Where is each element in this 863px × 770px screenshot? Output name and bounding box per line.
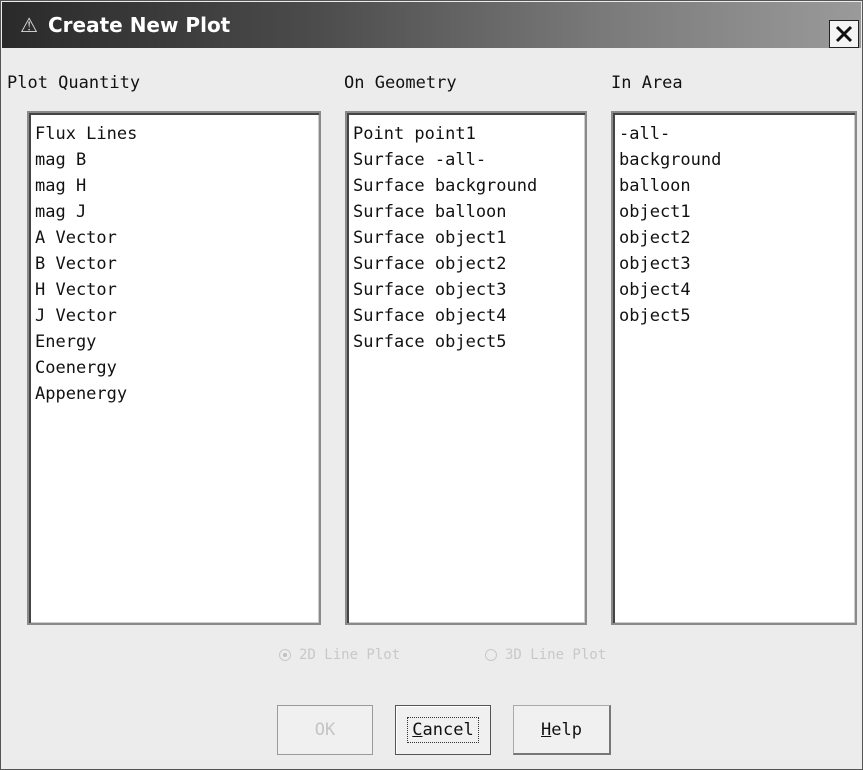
in-area-label: In Area [611, 73, 683, 93]
help-button[interactable]: Help [513, 705, 611, 755]
list-item[interactable]: Appenergy [35, 381, 313, 407]
warning-triangle-icon: ⚠ [20, 13, 38, 37]
plot-quantity-list[interactable]: Flux Lines mag B mag H mag J A Vector B … [27, 111, 321, 625]
list-item[interactable]: balloon [619, 173, 849, 199]
in-area-list[interactable]: -all- background balloon object1 object2… [611, 111, 857, 625]
on-geometry-label: On Geometry [344, 73, 457, 93]
ok-label: OK [314, 720, 336, 740]
ok-button[interactable]: OK [277, 705, 373, 755]
list-item[interactable]: J Vector [35, 303, 313, 329]
list-item[interactable]: mag J [35, 199, 313, 225]
list-item[interactable]: object4 [619, 277, 849, 303]
window-title: Create New Plot [48, 13, 231, 37]
list-item[interactable]: object2 [619, 225, 849, 251]
list-item[interactable]: A Vector [35, 225, 313, 251]
list-item[interactable]: object3 [619, 251, 849, 277]
list-item[interactable]: B Vector [35, 251, 313, 277]
list-item[interactable]: mag B [35, 147, 313, 173]
list-item[interactable]: Coenergy [35, 355, 313, 381]
list-item[interactable]: mag H [35, 173, 313, 199]
list-item[interactable]: Surface balloon [353, 199, 579, 225]
close-button[interactable] [829, 20, 859, 48]
cancel-button[interactable]: Cancel [395, 705, 491, 755]
list-item[interactable]: background [619, 147, 849, 173]
list-item[interactable]: Flux Lines [35, 121, 313, 147]
list-item[interactable]: Point point1 [353, 121, 579, 147]
help-label: Help [541, 719, 582, 740]
radio-button-icon [279, 649, 291, 661]
list-item[interactable]: Surface object5 [353, 329, 579, 355]
radio-2d-line-plot[interactable]: 2D Line Plot [279, 643, 400, 667]
cancel-label: Cancel [407, 717, 479, 743]
list-item[interactable]: object1 [619, 199, 849, 225]
list-item[interactable]: object5 [619, 303, 849, 329]
radio-3d-line-plot[interactable]: 3D Line Plot [485, 643, 606, 667]
list-item[interactable]: -all- [619, 121, 849, 147]
plot-quantity-label: Plot Quantity [7, 73, 141, 93]
list-item[interactable]: Surface object2 [353, 251, 579, 277]
radio-2d-label: 2D Line Plot [299, 647, 401, 663]
list-item[interactable]: Surface object3 [353, 277, 579, 303]
radio-button-icon [485, 649, 497, 661]
close-icon [835, 25, 853, 43]
list-item[interactable]: Energy [35, 329, 313, 355]
list-item[interactable]: Surface object4 [353, 303, 579, 329]
title-bar[interactable]: ⚠ Create New Plot [2, 2, 861, 48]
list-item[interactable]: Surface background [353, 173, 579, 199]
list-item[interactable]: Surface object1 [353, 225, 579, 251]
on-geometry-list[interactable]: Point point1 Surface -all- Surface backg… [345, 111, 587, 625]
radio-3d-label: 3D Line Plot [505, 647, 607, 663]
create-new-plot-dialog: ⚠ Create New Plot Plot Quantity On Geome… [0, 0, 863, 770]
list-item[interactable]: H Vector [35, 277, 313, 303]
list-item[interactable]: Surface -all- [353, 147, 579, 173]
